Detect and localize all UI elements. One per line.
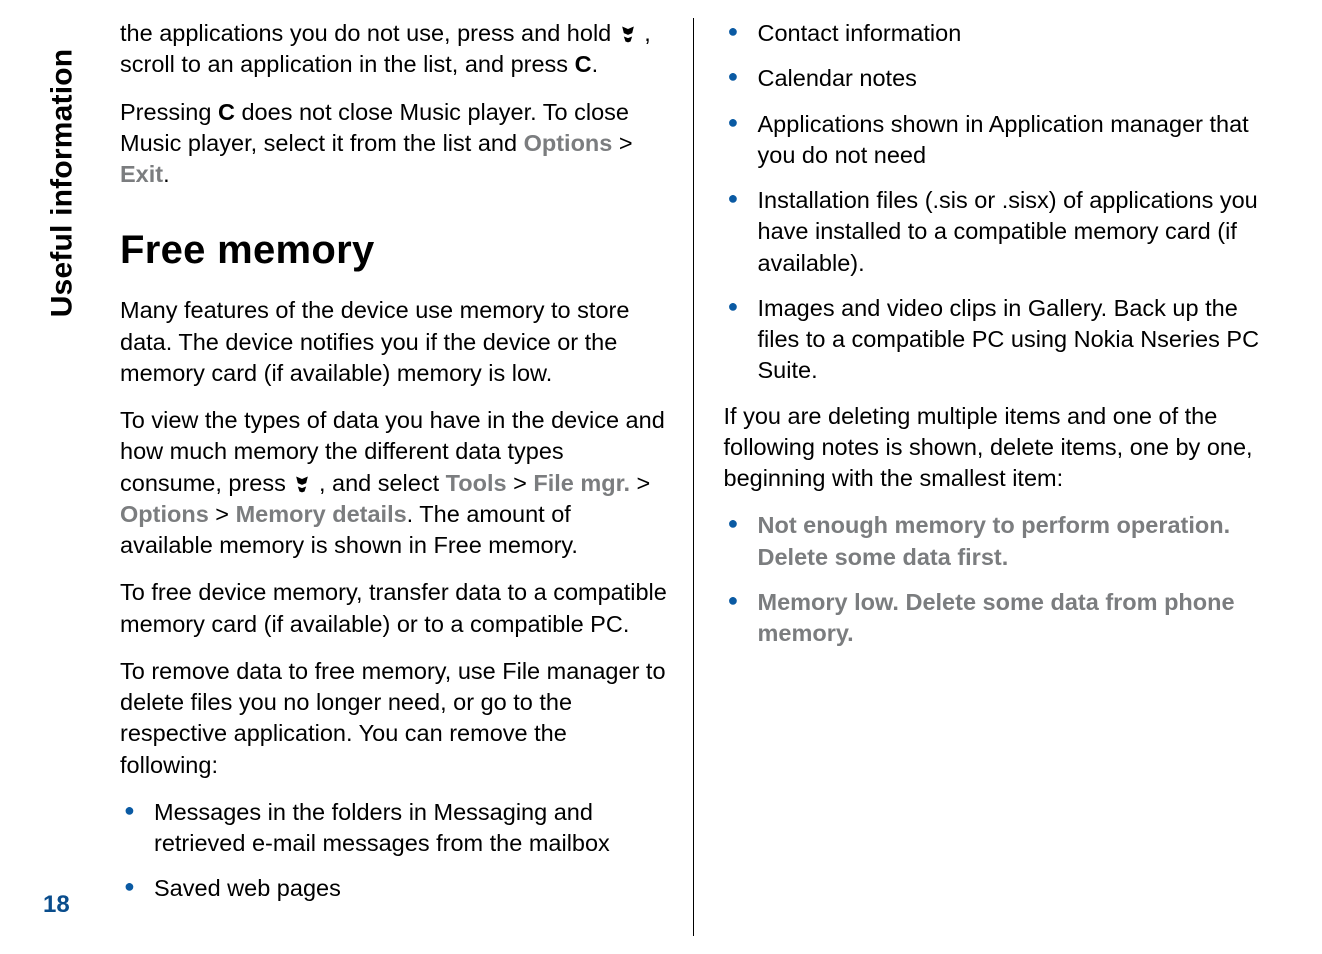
text: . — [592, 51, 599, 77]
paragraph-apps-close: the applications you do not use, press a… — [120, 18, 669, 81]
list-item: Images and video clips in Gallery. Back … — [724, 293, 1273, 387]
list-item: Messages in the folders in Messaging and… — [120, 797, 669, 860]
left-column: the applications you do not use, press a… — [100, 18, 694, 936]
menu-memory-details: Memory details — [236, 501, 407, 527]
list-item: Installation files (.sis or .sisx) of ap… — [724, 185, 1273, 279]
menu-key-icon — [618, 24, 638, 44]
menu-key-icon — [292, 474, 312, 494]
paragraph-view-types: To view the types of data you have in th… — [120, 405, 669, 561]
side-tab-label: Useful information — [45, 49, 79, 318]
list-item: Not enough memory to perform operation. … — [724, 510, 1273, 573]
list-item: Saved web pages — [120, 873, 669, 904]
right-column: Contact information Calendar notes Appli… — [694, 18, 1283, 936]
menu-tools: Tools — [446, 470, 507, 496]
list-item: Contact information — [724, 18, 1273, 49]
warning-text: Memory low. Delete some data from phone … — [758, 589, 1235, 646]
text: , and select — [319, 470, 446, 496]
two-column-layout: the applications you do not use, press a… — [100, 18, 1282, 936]
menu-file-mgr: File mgr. — [533, 470, 630, 496]
separator: > — [612, 130, 632, 156]
key-c: C — [218, 99, 235, 125]
menu-options: Options — [524, 130, 613, 156]
paragraph-transfer-data: To free device memory, transfer data to … — [120, 577, 669, 640]
warning-text: Not enough memory to perform operation. … — [758, 512, 1231, 569]
side-tab: Useful information — [34, 18, 90, 348]
paragraph-deleting-multiple: If you are deleting multiple items and o… — [724, 401, 1273, 495]
bullet-list-right: Contact information Calendar notes Appli… — [724, 18, 1273, 387]
separator: > — [630, 470, 650, 496]
list-item: Memory low. Delete some data from phone … — [724, 587, 1273, 650]
key-c: C — [575, 51, 592, 77]
document-page: Useful information 18 the applications y… — [0, 0, 1322, 954]
list-item: Applications shown in Application manage… — [724, 109, 1273, 172]
heading-free-memory: Free memory — [120, 224, 669, 277]
text: the applications you do not use, press a… — [120, 20, 618, 46]
page-number: 18 — [43, 891, 70, 919]
text: . — [163, 161, 170, 187]
paragraph-music-player: Pressing C does not close Music player. … — [120, 97, 669, 191]
menu-options: Options — [120, 501, 209, 527]
bullet-list-left: Messages in the folders in Messaging and… — [120, 797, 669, 905]
paragraph-remove-data: To remove data to free memory, use File … — [120, 656, 669, 781]
paragraph-memory-intro: Many features of the device use memory t… — [120, 295, 669, 389]
list-item: Calendar notes — [724, 63, 1273, 94]
separator: > — [209, 501, 236, 527]
menu-exit: Exit — [120, 161, 163, 187]
warning-list: Not enough memory to perform operation. … — [724, 510, 1273, 649]
separator: > — [507, 470, 534, 496]
text: Pressing — [120, 99, 218, 125]
